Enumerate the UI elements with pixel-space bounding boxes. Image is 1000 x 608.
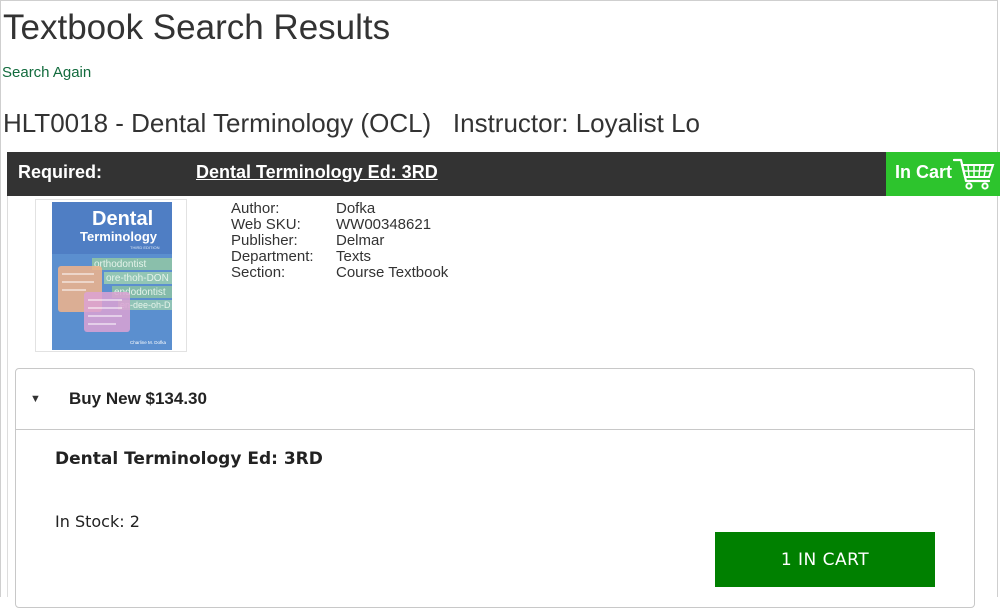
- buy-new-toggle[interactable]: ▼ Buy New $134.30: [16, 369, 974, 430]
- detail-key: Publisher:: [231, 232, 298, 249]
- stock-status: In Stock: 2: [55, 512, 140, 531]
- detail-value: Dofka: [336, 200, 376, 217]
- detail-value: WW00348621: [336, 216, 432, 233]
- book-cover-image[interactable]: Dental Terminology THIRD EDITION orthodo…: [35, 199, 187, 352]
- required-label: Required:: [18, 162, 103, 182]
- search-again-link[interactable]: Search Again: [2, 64, 91, 81]
- detail-key: Author:: [231, 200, 280, 217]
- detail-value: Texts: [336, 248, 372, 265]
- cover-author: Charline M. Dofka: [130, 340, 167, 345]
- detail-section: Section: Course Textbook: [231, 265, 448, 281]
- page-title: Textbook Search Results: [3, 8, 391, 47]
- course-heading: HLT0018 - Dental Terminology (OCL) Instr…: [3, 108, 700, 138]
- detail-sku: Web SKU: WW00348621: [231, 217, 448, 233]
- cover-title-1: Dental: [92, 208, 153, 230]
- cover-edition: THIRD EDITION: [130, 245, 160, 250]
- book-title-link[interactable]: Dental Terminology Ed: 3RD: [196, 162, 438, 183]
- detail-key: Department:: [231, 248, 314, 265]
- detail-value: Course Textbook: [336, 264, 449, 281]
- in-cart-label: In Cart: [895, 162, 953, 182]
- detail-department: Department: Texts: [231, 249, 448, 265]
- in-cart-badge[interactable]: In Cart: [886, 152, 1000, 196]
- buy-new-label: Buy New $134.30: [69, 389, 207, 408]
- detail-publisher: Publisher: Delmar: [231, 233, 448, 249]
- detail-value: Delmar: [336, 232, 385, 249]
- buy-new-panel: ▼ Buy New $134.30 Dental Terminology Ed:…: [15, 368, 975, 608]
- caret-down-icon: ▼: [30, 393, 41, 405]
- requirement-bar: Required: Dental Terminology Ed: 3RD In …: [7, 152, 1000, 196]
- cover-title-2: Terminology: [80, 229, 158, 244]
- item-title: Dental Terminology Ed: 3RD: [55, 449, 323, 469]
- panel-border: [7, 196, 8, 597]
- book-details: Author: Dofka Web SKU: WW00348621 Publishe…: [231, 201, 448, 281]
- in-cart-button[interactable]: 1 IN CART: [715, 532, 935, 587]
- cover-word-2: ore-thoh-DON: [106, 273, 169, 284]
- detail-key: Web SKU:: [231, 216, 301, 233]
- detail-author: Author: Dofka: [231, 201, 448, 217]
- detail-key: Section:: [231, 264, 286, 281]
- book-cover-art: Dental Terminology THIRD EDITION orthodo…: [52, 202, 172, 350]
- shopping-cart-icon: [953, 158, 995, 190]
